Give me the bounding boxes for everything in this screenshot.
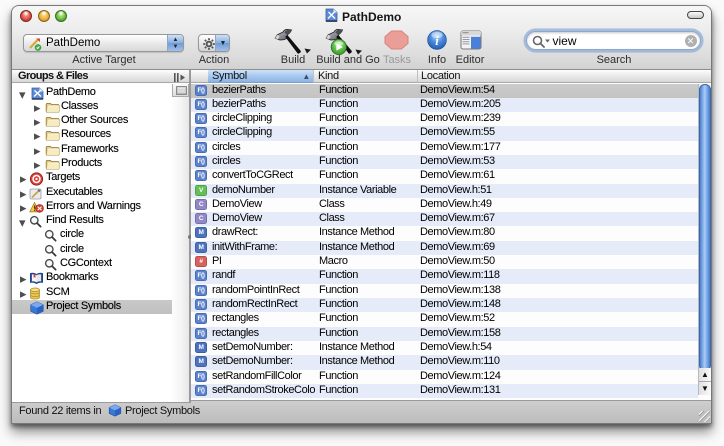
svg-text:i: i [435, 34, 439, 48]
